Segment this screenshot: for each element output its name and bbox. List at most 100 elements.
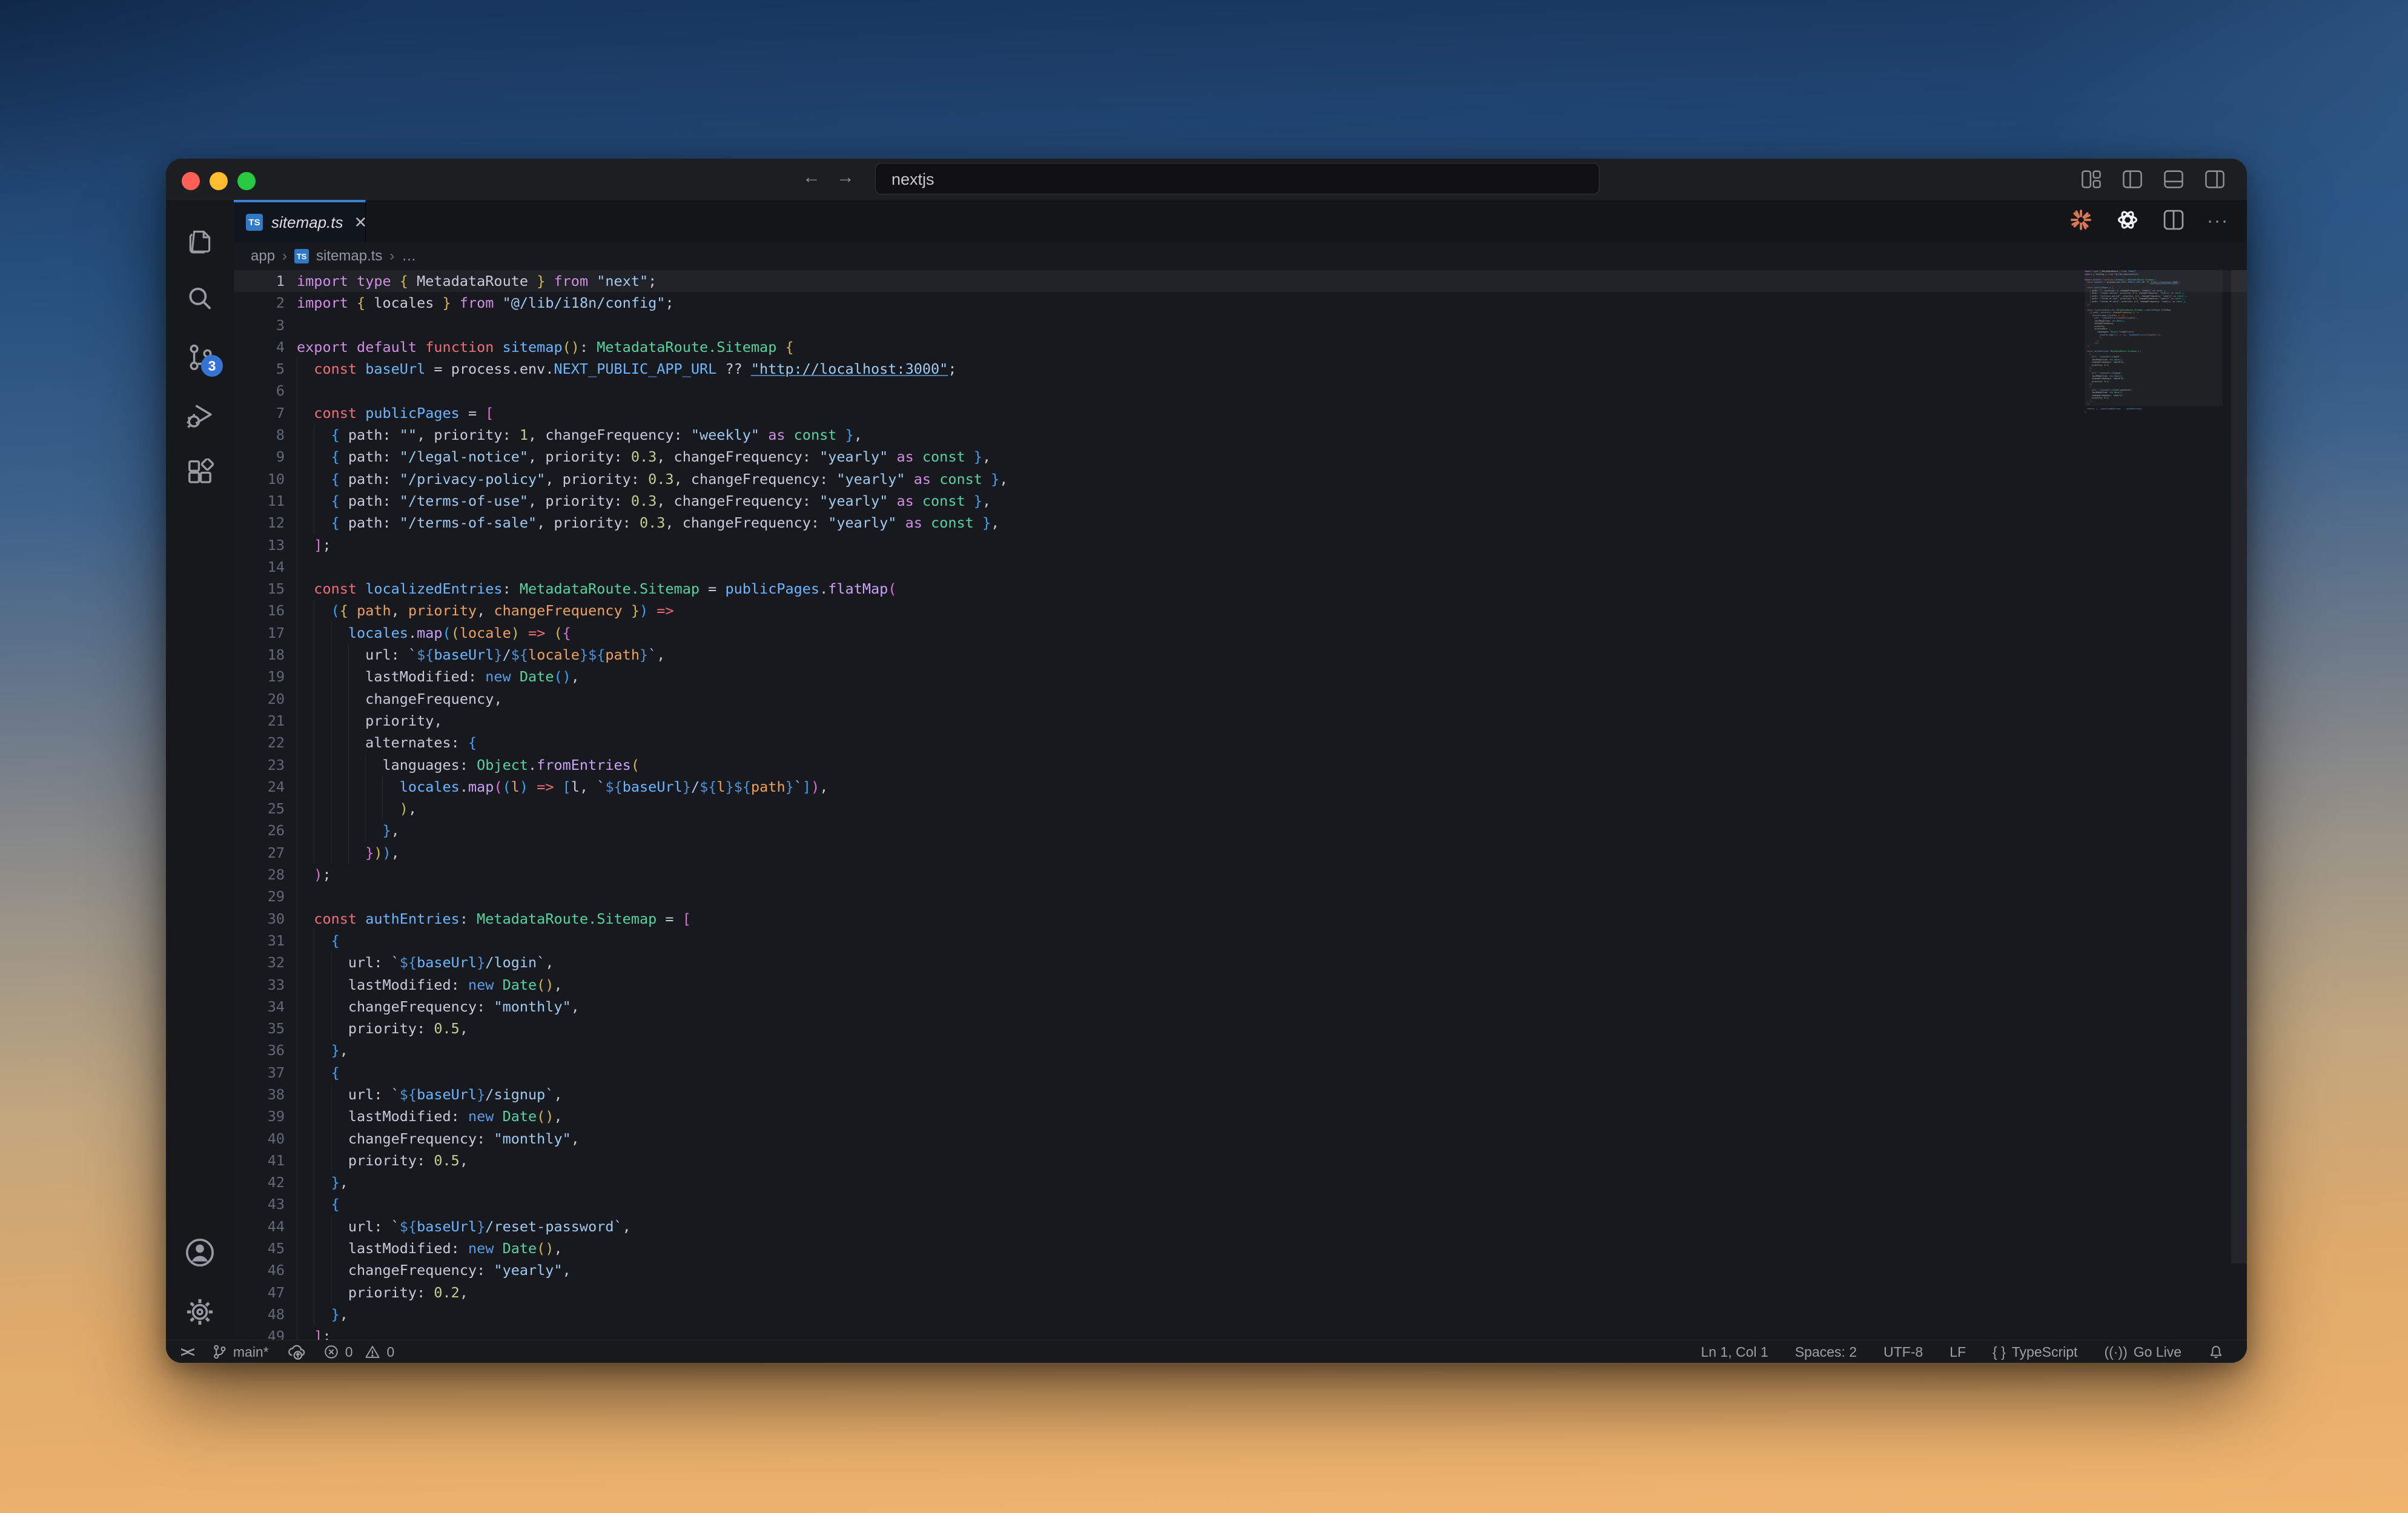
code-line[interactable]: 31 {	[234, 929, 2247, 952]
split-editor-icon[interactable]	[2162, 208, 2185, 234]
line-number: 22	[267, 734, 285, 752]
code-line[interactable]: 34 changeFrequency: "monthly",	[234, 995, 2247, 1018]
navigate-forward-icon[interactable]: →	[833, 167, 858, 188]
language-mode[interactable]: { } TypeScript	[1993, 1344, 2077, 1360]
code-line[interactable]: 21 priority,	[234, 709, 2247, 732]
cursor-position[interactable]: Ln 1, Col 1	[1701, 1344, 1768, 1360]
line-number: 14	[267, 558, 285, 575]
more-actions-icon[interactable]: ···	[2207, 211, 2229, 231]
code-line[interactable]: 12 { path: "/terms-of-sale", priority: 0…	[234, 512, 2247, 534]
code-line[interactable]: 44 url: `${baseUrl}/reset-password`,	[234, 1215, 2247, 1238]
navigate-back-icon[interactable]: ←	[799, 167, 824, 188]
code-line[interactable]: 28 );	[234, 864, 2247, 886]
code-line[interactable]: 11 { path: "/terms-of-use", priority: 0.…	[234, 489, 2247, 512]
code-line[interactable]: 41 priority: 0.5,	[234, 1149, 2247, 1172]
code-line[interactable]: 30 const authEntries: MetadataRoute.Site…	[234, 907, 2247, 930]
line-number: 40	[267, 1130, 285, 1147]
code-line[interactable]: 8 { path: "", priority: 1, changeFrequen…	[234, 424, 2247, 446]
code-line[interactable]: 18 url: `${baseUrl}/${locale}${path}`,	[234, 644, 2247, 666]
code-line[interactable]: 5 const baseUrl = process.env.NEXT_PUBLI…	[234, 358, 2247, 380]
code-line[interactable]: 26 },	[234, 819, 2247, 842]
code-line[interactable]: 32 url: `${baseUrl}/login`,	[234, 952, 2247, 974]
remote-indicator-icon[interactable]: ><	[180, 1344, 195, 1360]
customize-layout-icon[interactable]	[2081, 169, 2102, 190]
code-line[interactable]: 29	[234, 886, 2247, 908]
code-line[interactable]: 43 {	[234, 1193, 2247, 1216]
code-line[interactable]: 37 {	[234, 1061, 2247, 1084]
minimize-window-button[interactable]	[210, 172, 228, 190]
code-line[interactable]: 25 ),	[234, 798, 2247, 820]
code-line[interactable]: 3	[234, 314, 2247, 336]
problems-item[interactable]: 0 0	[323, 1344, 394, 1360]
code-line[interactable]: 13 ];	[234, 534, 2247, 556]
code-line[interactable]: 17 locales.map((locale) => ({	[234, 621, 2247, 644]
code-line[interactable]: 24 locales.map((l) => [l, `${baseUrl}/${…	[234, 775, 2247, 798]
code-line[interactable]: 1 import type { MetadataRoute } from "nex…	[234, 270, 2247, 293]
code-line[interactable]: 9 { path: "/legal-notice", priority: 0.3…	[234, 446, 2247, 468]
toggle-primary-sidebar-icon[interactable]	[2122, 169, 2143, 190]
code-line[interactable]: 20 changeFrequency,	[234, 687, 2247, 710]
code-line[interactable]: 42 },	[234, 1171, 2247, 1194]
code-line[interactable]: 45 lastModified: new Date(),	[234, 1237, 2247, 1260]
run-debug-icon[interactable]	[166, 388, 234, 443]
git-branch-item[interactable]: main*	[211, 1344, 269, 1360]
code-line[interactable]: 16 ({ path, priority, changeFrequency })…	[234, 600, 2247, 622]
zoom-window-button[interactable]	[237, 172, 256, 190]
extensions-icon[interactable]	[166, 446, 234, 502]
go-live-button[interactable]: ((·)) Go Live	[2104, 1344, 2181, 1360]
code-line[interactable]: 33 lastModified: new Date(),	[234, 973, 2247, 996]
code-line[interactable]: 39 lastModified: new Date(),	[234, 1105, 2247, 1128]
search-icon[interactable]	[166, 271, 234, 327]
code-line[interactable]: 7 const publicPages = [	[234, 402, 2247, 425]
toggle-panel-icon[interactable]	[2163, 169, 2184, 190]
eol-setting[interactable]: LF	[1950, 1344, 1966, 1360]
code-line[interactable]: 27 })),	[234, 841, 2247, 864]
notifications-bell-icon[interactable]	[2208, 1344, 2224, 1360]
openai-extension-icon[interactable]	[2115, 207, 2140, 236]
code-line[interactable]: 10 { path: "/privacy-policy", priority: …	[234, 468, 2247, 490]
breadcrumb-symbol[interactable]: …	[402, 248, 416, 265]
breadcrumb-folder[interactable]: app	[251, 248, 275, 265]
accounts-icon[interactable]	[166, 1225, 234, 1280]
tab-sitemap-ts[interactable]: TS sitemap.ts ✕	[234, 200, 368, 242]
code-line[interactable]: 15 const localizedEntries: MetadataRoute…	[234, 578, 2247, 600]
line-number: 7	[276, 404, 285, 422]
code-editor[interactable]: 1 import type { MetadataRoute } from "nex…	[234, 270, 2247, 1340]
indentation-setting[interactable]: Spaces: 2	[1795, 1344, 1857, 1360]
line-number: 33	[267, 976, 285, 993]
code-line[interactable]: 22 alternates: {	[234, 732, 2247, 754]
claude-extension-icon[interactable]	[2069, 208, 2093, 235]
code-line[interactable]: 48 },	[234, 1303, 2247, 1326]
code-line[interactable]: 4 export default function sitemap(): Meta…	[234, 336, 2247, 358]
line-number: 49	[267, 1328, 285, 1340]
code-line[interactable]: 6	[234, 380, 2247, 402]
code-line[interactable]: 35 priority: 0.5,	[234, 1018, 2247, 1040]
code-line[interactable]: 49 ];	[234, 1325, 2247, 1340]
code-line[interactable]: 19 lastModified: new Date(),	[234, 666, 2247, 688]
editor-scrollbar[interactable]	[2231, 270, 2247, 1263]
command-center-search[interactable]: nextjs	[875, 163, 1599, 194]
breadcrumb-file[interactable]: sitemap.ts	[316, 248, 382, 265]
publish-changes-icon[interactable]	[287, 1343, 305, 1361]
code-area[interactable]: 1 import type { MetadataRoute } from "nex…	[234, 270, 2247, 1340]
code-line[interactable]: 47 priority: 0.2,	[234, 1281, 2247, 1303]
tab-close-icon[interactable]: ✕	[354, 213, 368, 232]
encoding-setting[interactable]: UTF-8	[1884, 1344, 1923, 1360]
close-window-button[interactable]	[182, 172, 200, 190]
line-number: 29	[267, 888, 285, 905]
settings-gear-icon[interactable]	[166, 1284, 234, 1340]
explorer-icon[interactable]	[166, 213, 234, 269]
line-number: 2	[276, 294, 285, 312]
code-line[interactable]: 23 languages: Object.fromEntries(	[234, 753, 2247, 776]
minimap[interactable]: import type { MetadataRoute } from "next…	[2085, 270, 2206, 428]
toggle-secondary-sidebar-icon[interactable]	[2205, 169, 2225, 190]
code-line[interactable]: 2 import { locales } from "@/lib/i18n/con…	[234, 292, 2247, 314]
breadcrumb: app › TS sitemap.ts › …	[234, 242, 2247, 270]
code-line[interactable]: 46 changeFrequency: "yearly",	[234, 1259, 2247, 1282]
source-control-icon[interactable]: 3	[166, 329, 234, 385]
code-line[interactable]: 14	[234, 555, 2247, 578]
code-line[interactable]: 36 },	[234, 1039, 2247, 1062]
line-number: 35	[267, 1020, 285, 1038]
code-line[interactable]: 38 url: `${baseUrl}/signup`,	[234, 1083, 2247, 1106]
code-line[interactable]: 40 changeFrequency: "monthly",	[234, 1127, 2247, 1150]
